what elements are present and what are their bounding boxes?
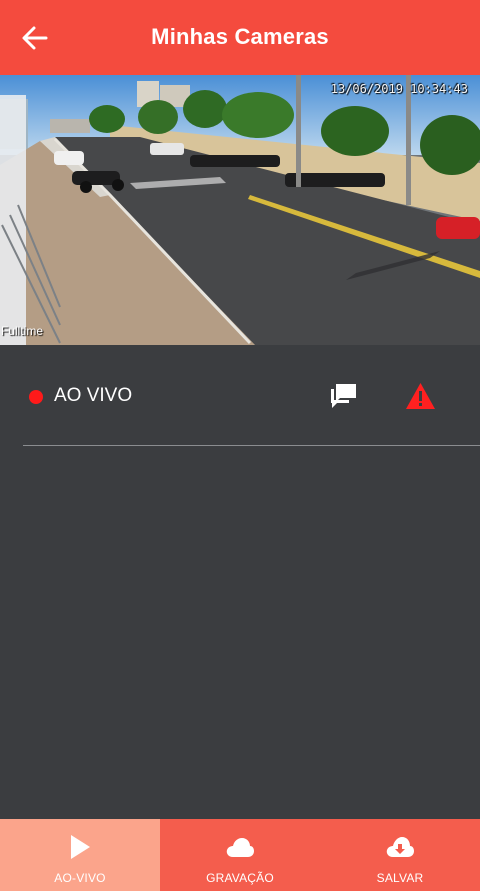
nav-label-ao-vivo: AO-VIVO bbox=[54, 871, 106, 885]
nav-ao-vivo[interactable]: AO-VIVO bbox=[0, 819, 160, 891]
chat-bubbles-icon[interactable] bbox=[329, 382, 358, 410]
page-title: Minhas Cameras bbox=[151, 24, 329, 49]
app-bar: Minhas Cameras bbox=[0, 0, 480, 75]
nav-salvar[interactable]: SALVAR bbox=[320, 819, 480, 891]
live-label: AO VIVO bbox=[54, 385, 133, 406]
nav-label-salvar: SALVAR bbox=[376, 871, 424, 885]
video-timestamp: 13/06/2019 10:34:43 bbox=[330, 82, 468, 96]
nav-label-gravacao: GRAVAÇÃO bbox=[206, 871, 274, 885]
warning-triangle-icon[interactable] bbox=[405, 382, 436, 410]
nav-gravacao[interactable]: GRAVAÇÃO bbox=[160, 819, 320, 891]
video-watermark: Fulltime bbox=[1, 324, 44, 338]
camera-feed[interactable]: 13/06/2019 10:34:43 Fulltime bbox=[0, 75, 480, 345]
status-row: AO VIVO bbox=[0, 345, 480, 445]
cloud-icon bbox=[226, 838, 254, 857]
divider bbox=[23, 445, 480, 446]
bottom-navigation: AO-VIVO GRAVAÇÃO SALVAR bbox=[0, 819, 480, 891]
camera-image bbox=[0, 75, 480, 345]
play-icon bbox=[71, 835, 90, 859]
live-indicator-dot bbox=[29, 390, 43, 404]
cloud-download-icon bbox=[386, 837, 414, 857]
